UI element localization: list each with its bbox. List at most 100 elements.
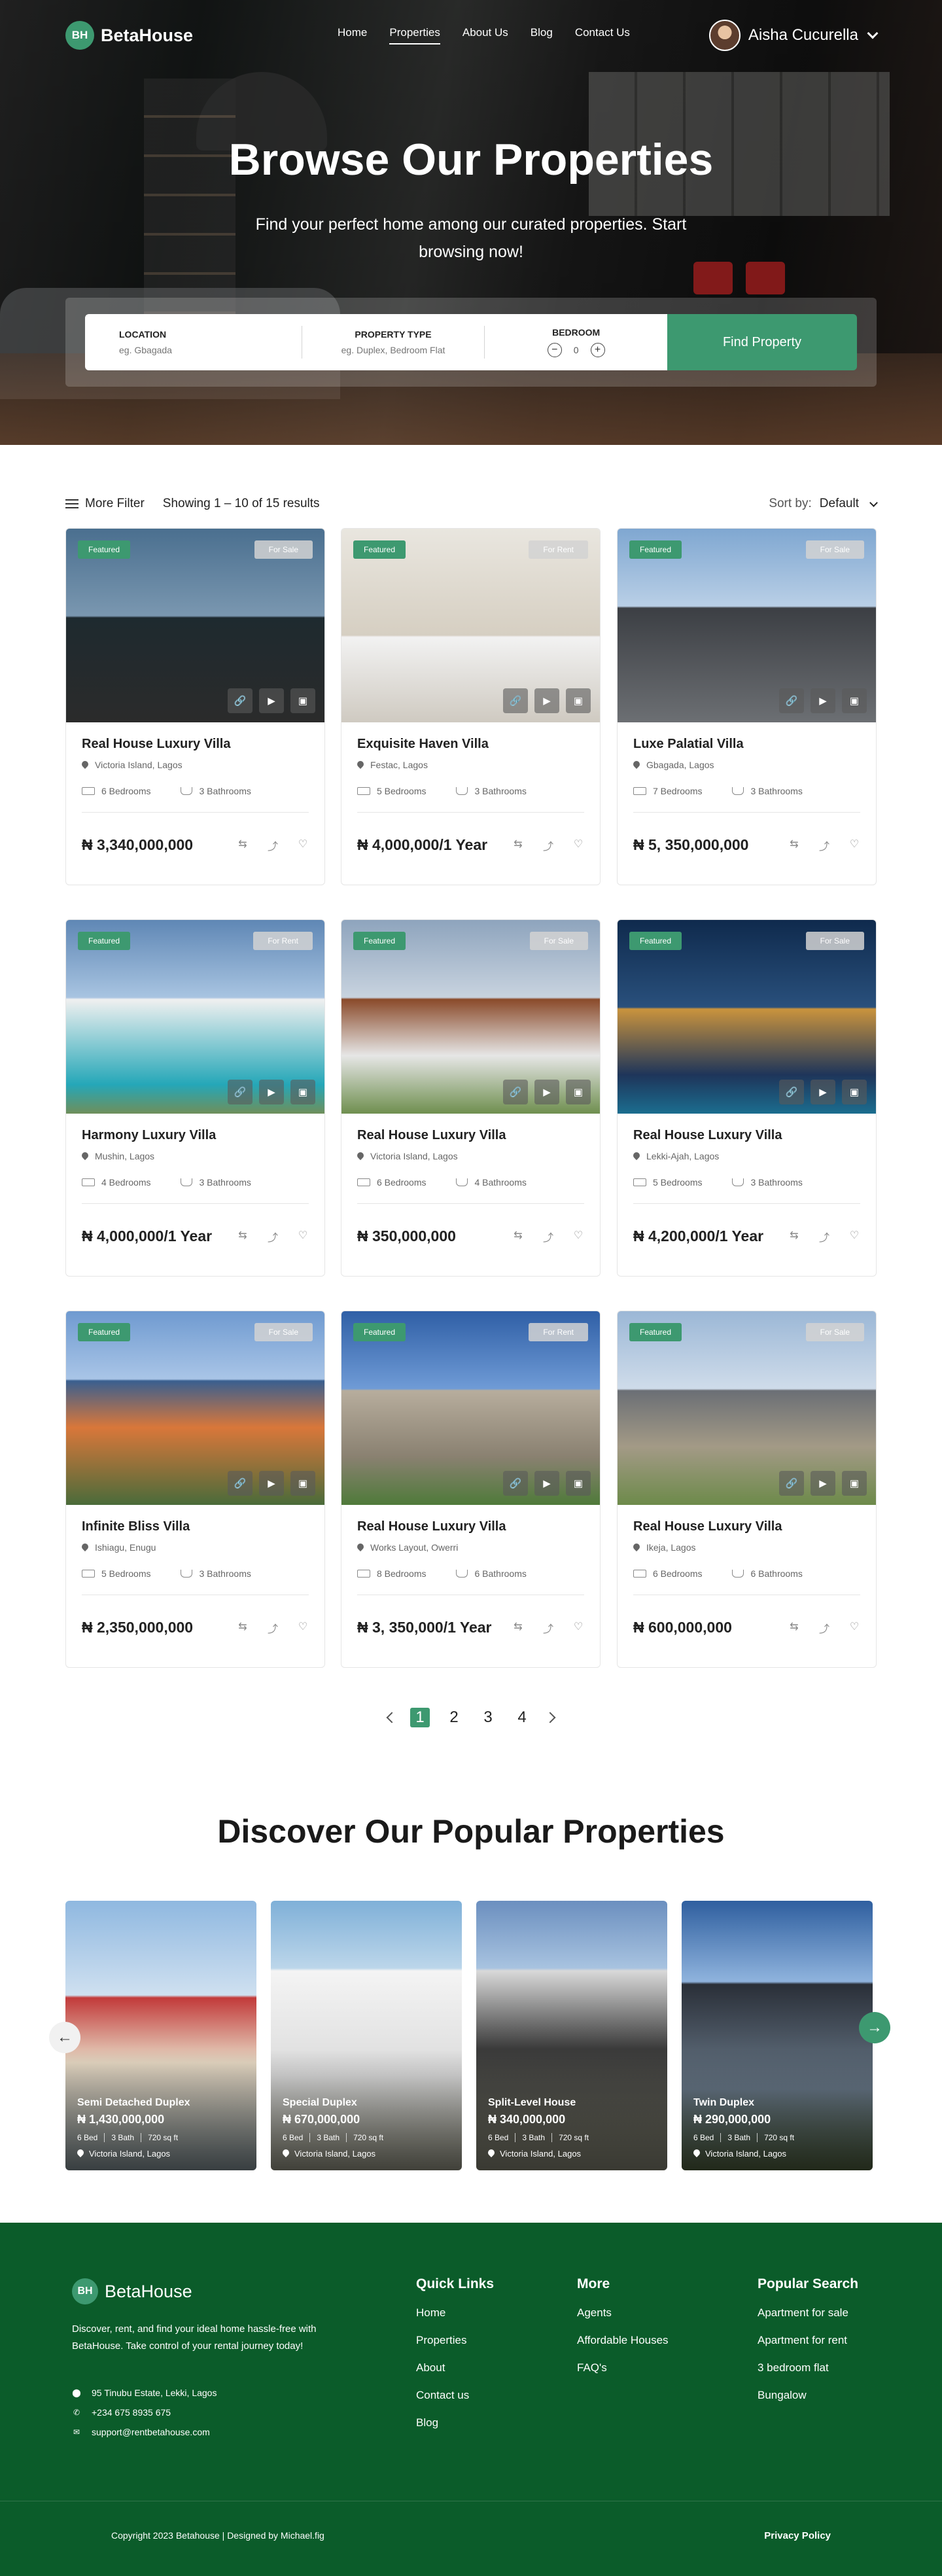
carousel-next-icon[interactable]: → (859, 2012, 890, 2043)
property-card[interactable]: Featured For Rent 🔗 ▶ ▣ Harmony Luxury V… (65, 919, 325, 1277)
footer-logo[interactable]: BH BetaHouse (72, 2278, 192, 2304)
compare-icon[interactable]: ⇆ (512, 1229, 524, 1244)
logo[interactable]: BH BetaHouse (65, 21, 193, 50)
video-icon[interactable]: ▶ (811, 1471, 835, 1496)
share-icon[interactable]: ⤴ (542, 1620, 554, 1636)
property-image[interactable]: Featured For Sale 🔗 ▶ ▣ (66, 1311, 324, 1505)
page-2[interactable]: 2 (444, 1708, 464, 1727)
property-card[interactable]: Featured For Rent 🔗 ▶ ▣ Exquisite Haven … (341, 528, 601, 885)
property-image[interactable]: Featured For Sale 🔗 ▶ ▣ (618, 1311, 876, 1505)
property-card[interactable]: Featured For Sale 🔗 ▶ ▣ Real House Luxur… (341, 919, 601, 1277)
gallery-icon[interactable]: ▣ (842, 1471, 867, 1496)
property-title[interactable]: Infinite Bliss Villa (82, 1519, 309, 1534)
compare-icon[interactable]: ⇆ (788, 838, 800, 853)
privacy-policy-link[interactable]: Privacy Policy (764, 2530, 831, 2541)
property-title[interactable]: Harmony Luxury Villa (82, 1128, 309, 1143)
gallery-icon[interactable]: ▣ (842, 688, 867, 713)
link-icon[interactable]: 🔗 (503, 1471, 528, 1496)
footer-link-home[interactable]: Home (416, 2306, 494, 2320)
property-title[interactable]: Real House Luxury Villa (633, 1128, 860, 1143)
property-image[interactable]: Featured For Rent 🔗 ▶ ▣ (341, 1311, 600, 1505)
find-property-button[interactable]: Find Property (667, 314, 857, 370)
property-card[interactable]: Featured For Sale 🔗 ▶ ▣ Infinite Bliss V… (65, 1311, 325, 1668)
share-icon[interactable]: ⤴ (542, 1229, 554, 1244)
heart-icon[interactable]: ♡ (572, 838, 584, 853)
heart-icon[interactable]: ♡ (297, 1229, 309, 1244)
nav-contact[interactable]: Contact Us (575, 26, 630, 44)
property-type-input[interactable] (328, 345, 459, 355)
heart-icon[interactable]: ♡ (297, 1620, 309, 1636)
footer-link-blog[interactable]: Blog (416, 2416, 494, 2429)
gallery-icon[interactable]: ▣ (290, 688, 315, 713)
plus-icon[interactable]: + (590, 343, 605, 357)
minus-icon[interactable]: − (547, 343, 562, 357)
page-1[interactable]: 1 (410, 1708, 430, 1727)
footer-link-affordable[interactable]: Affordable Houses (577, 2334, 669, 2347)
prev-page-icon[interactable] (386, 1712, 398, 1723)
carousel-prev-icon[interactable]: ← (49, 2022, 80, 2053)
share-icon[interactable]: ⤴ (267, 1229, 279, 1244)
link-icon[interactable]: 🔗 (228, 1080, 253, 1104)
nav-about[interactable]: About Us (462, 26, 508, 44)
property-image[interactable]: Featured For Sale 🔗 ▶ ▣ (618, 920, 876, 1114)
heart-icon[interactable]: ♡ (572, 1229, 584, 1244)
compare-icon[interactable]: ⇆ (237, 1620, 249, 1636)
heart-icon[interactable]: ♡ (572, 1620, 584, 1636)
heart-icon[interactable]: ♡ (848, 1620, 860, 1636)
video-icon[interactable]: ▶ (534, 688, 559, 713)
page-4[interactable]: 4 (512, 1708, 532, 1727)
gallery-icon[interactable]: ▣ (290, 1471, 315, 1496)
property-title[interactable]: Luxe Palatial Villa (633, 737, 860, 752)
property-image[interactable]: Featured For Sale 🔗 ▶ ▣ (618, 529, 876, 722)
location-input[interactable] (119, 345, 250, 355)
property-card[interactable]: Featured For Sale 🔗 ▶ ▣ Real House Luxur… (617, 1311, 877, 1668)
gallery-icon[interactable]: ▣ (566, 1080, 591, 1104)
property-title[interactable]: Exquisite Haven Villa (357, 737, 584, 752)
footer-link-agents[interactable]: Agents (577, 2306, 669, 2320)
property-title[interactable]: Real House Luxury Villa (357, 1128, 584, 1143)
share-icon[interactable]: ⤴ (267, 838, 279, 853)
link-icon[interactable]: 🔗 (503, 688, 528, 713)
video-icon[interactable]: ▶ (534, 1080, 559, 1104)
footer-link-3-bedroom[interactable]: 3 bedroom flat (758, 2361, 858, 2374)
share-icon[interactable]: ⤴ (267, 1620, 279, 1636)
video-icon[interactable]: ▶ (534, 1471, 559, 1496)
video-icon[interactable]: ▶ (259, 688, 284, 713)
property-title[interactable]: Real House Luxury Villa (633, 1519, 860, 1534)
nav-home[interactable]: Home (338, 26, 367, 44)
share-icon[interactable]: ⤴ (818, 1229, 830, 1244)
property-card[interactable]: Featured For Sale 🔗 ▶ ▣ Luxe Palatial Vi… (617, 528, 877, 885)
video-icon[interactable]: ▶ (811, 688, 835, 713)
property-image[interactable]: Featured For Sale 🔗 ▶ ▣ (341, 920, 600, 1114)
compare-icon[interactable]: ⇆ (237, 1229, 249, 1244)
compare-icon[interactable]: ⇆ (788, 1229, 800, 1244)
sort-dropdown[interactable]: Sort by: Default (769, 497, 878, 511)
gallery-icon[interactable]: ▣ (566, 1471, 591, 1496)
footer-link-properties[interactable]: Properties (416, 2334, 494, 2347)
user-menu[interactable]: Aisha Cucurella (708, 20, 879, 51)
compare-icon[interactable]: ⇆ (512, 838, 524, 853)
gallery-icon[interactable]: ▣ (290, 1080, 315, 1104)
share-icon[interactable]: ⤴ (818, 1620, 830, 1636)
compare-icon[interactable]: ⇆ (237, 838, 249, 853)
link-icon[interactable]: 🔗 (228, 1471, 253, 1496)
footer-link-faq[interactable]: FAQ's (577, 2361, 669, 2374)
heart-icon[interactable]: ♡ (848, 838, 860, 853)
video-icon[interactable]: ▶ (259, 1080, 284, 1104)
share-icon[interactable]: ⤴ (818, 838, 830, 853)
link-icon[interactable]: 🔗 (779, 688, 804, 713)
popular-card[interactable]: Semi Detached Duplex ₦ 1,430,000,000 6 B… (65, 1901, 256, 2170)
footer-link-about[interactable]: About (416, 2361, 494, 2374)
footer-link-bungalow[interactable]: Bungalow (758, 2389, 858, 2402)
compare-icon[interactable]: ⇆ (788, 1620, 800, 1636)
property-image[interactable]: Featured For Sale 🔗 ▶ ▣ (66, 529, 324, 722)
gallery-icon[interactable]: ▣ (566, 688, 591, 713)
compare-icon[interactable]: ⇆ (512, 1620, 524, 1636)
property-title[interactable]: Real House Luxury Villa (357, 1519, 584, 1534)
footer-link-apartment-sale[interactable]: Apartment for sale (758, 2306, 858, 2320)
footer-link-apartment-rent[interactable]: Apartment for rent (758, 2334, 858, 2347)
video-icon[interactable]: ▶ (259, 1471, 284, 1496)
property-title[interactable]: Real House Luxury Villa (82, 737, 309, 752)
heart-icon[interactable]: ♡ (848, 1229, 860, 1244)
property-card[interactable]: Featured For Sale 🔗 ▶ ▣ Real House Luxur… (65, 528, 325, 885)
